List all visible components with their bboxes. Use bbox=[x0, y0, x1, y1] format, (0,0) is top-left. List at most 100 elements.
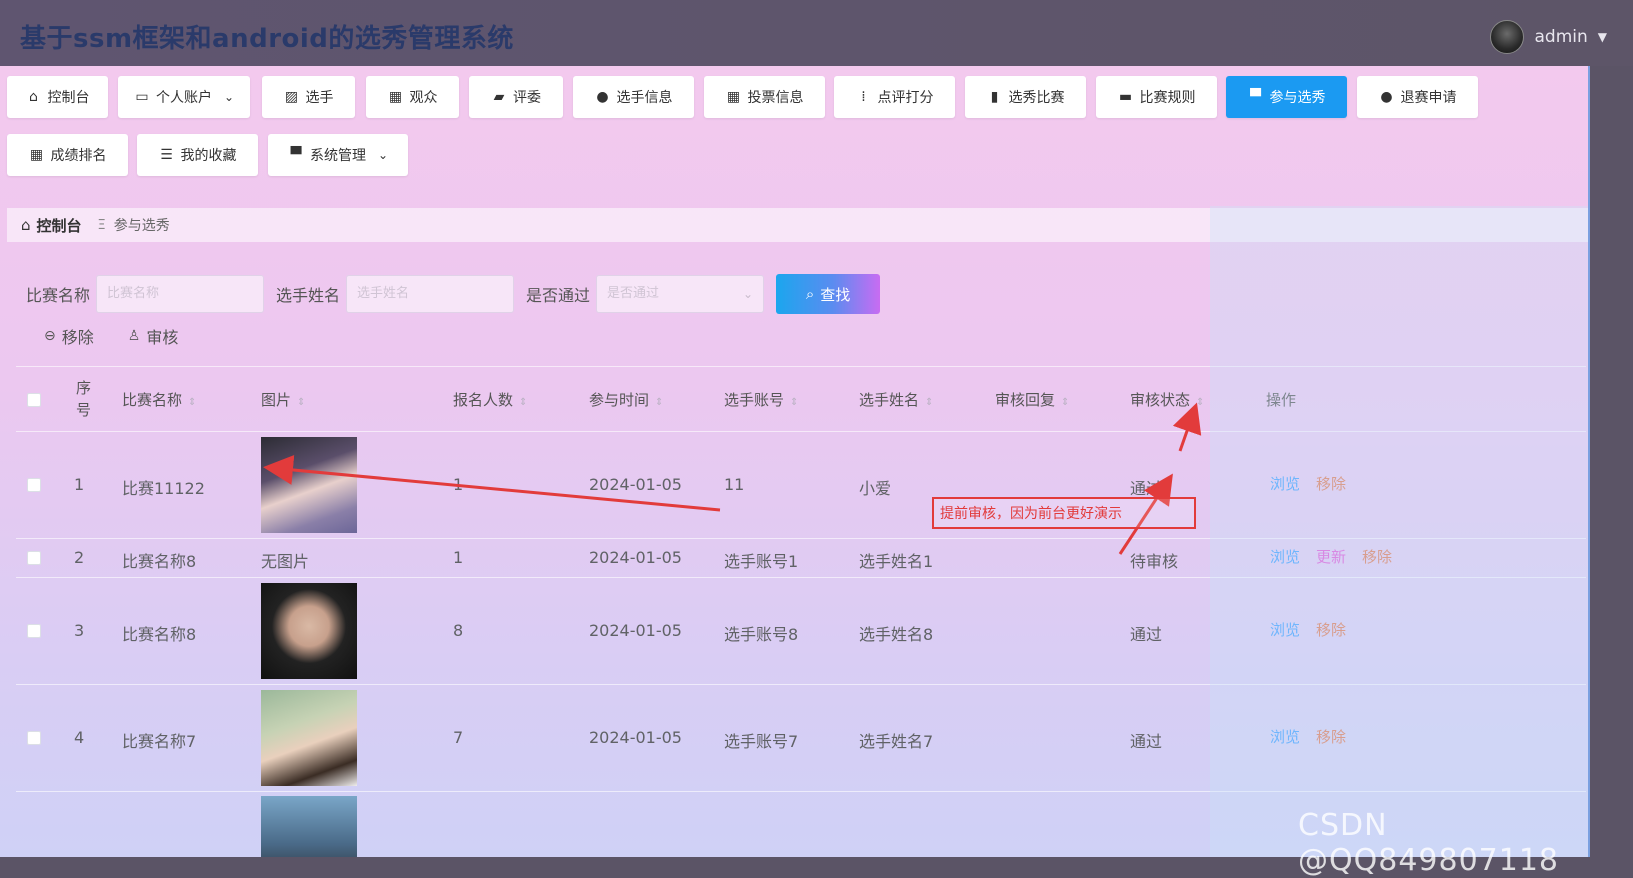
nav-button[interactable]: ▦ 观众 bbox=[366, 76, 459, 118]
user-outline-icon: ♙ bbox=[127, 328, 141, 344]
nav-button[interactable]: ● 退赛申请 bbox=[1357, 76, 1478, 118]
contestant-photo bbox=[261, 437, 357, 533]
nav-button[interactable]: ▀ 系统管理 ⌄ bbox=[268, 134, 408, 176]
nav-button-label: 系统管理 bbox=[309, 148, 366, 164]
sort-icon[interactable]: ⇕ bbox=[655, 397, 663, 408]
column-header-label: 图片 bbox=[261, 391, 292, 409]
sort-icon[interactable]: ⇕ bbox=[1061, 397, 1069, 408]
sort-icon[interactable]: ⇕ bbox=[519, 397, 527, 408]
view-link[interactable]: 浏览 bbox=[1270, 473, 1300, 494]
bulk-review-button[interactable]: ♙ 审核 bbox=[128, 324, 179, 348]
cell-status: 通过 bbox=[1130, 625, 1163, 644]
chevron-down-icon: ⌄ bbox=[223, 90, 235, 104]
column-header-label: 选手账号 bbox=[724, 391, 785, 409]
breadcrumb-home[interactable]: 控制台 bbox=[37, 215, 82, 236]
home-icon[interactable]: ⌂ bbox=[21, 216, 31, 234]
cell-player: 选手姓名7 bbox=[859, 732, 934, 751]
column-header[interactable]: 参与时间 ⇕ bbox=[589, 389, 663, 410]
view-link[interactable]: 浏览 bbox=[1270, 546, 1300, 567]
nav-button-label: 评委 bbox=[513, 90, 541, 106]
user-menu[interactable]: admin ▼ bbox=[1490, 20, 1607, 54]
column-header[interactable]: 操作 bbox=[1266, 389, 1296, 410]
caret-down-icon[interactable]: ▼ bbox=[1598, 30, 1607, 44]
row-checkbox[interactable] bbox=[27, 551, 41, 565]
cell-name: 比赛名称8 bbox=[122, 552, 197, 571]
nav-button-label: 成绩排名 bbox=[50, 148, 107, 164]
column-header[interactable]: 审核回复 ⇕ bbox=[995, 389, 1069, 410]
remove-link[interactable]: 移除 bbox=[1316, 619, 1346, 640]
cell-name: 比赛名称8 bbox=[122, 625, 197, 644]
remove-link[interactable]: 移除 bbox=[1316, 726, 1346, 747]
remove-link[interactable]: 移除 bbox=[1316, 473, 1346, 494]
sort-icon[interactable]: ⇕ bbox=[790, 397, 798, 408]
username[interactable]: admin bbox=[1534, 27, 1587, 47]
nav-button[interactable]: ▦ 成绩排名 bbox=[7, 134, 128, 176]
cell-count: 7 bbox=[453, 728, 464, 747]
column-header[interactable]: 图片 ⇕ bbox=[261, 389, 305, 410]
select-all-checkbox[interactable] bbox=[27, 393, 41, 407]
row-checkbox[interactable] bbox=[27, 624, 41, 638]
breadcrumb-current: 参与选秀 bbox=[113, 218, 170, 234]
sort-icon[interactable]: ⇕ bbox=[297, 397, 305, 408]
cell-status: 通过 bbox=[1130, 732, 1163, 751]
row-checkbox[interactable] bbox=[27, 731, 41, 745]
find-button-label: 查找 bbox=[820, 285, 851, 304]
contestant-photo bbox=[261, 690, 357, 786]
competition-input[interactable]: 比赛名称 bbox=[96, 275, 265, 313]
contestant-photo bbox=[261, 796, 357, 857]
view-link[interactable]: 浏览 bbox=[1270, 726, 1300, 747]
column-header[interactable]: 报名人数 ⇕ bbox=[453, 389, 527, 410]
bulk-remove-button[interactable]: ⊖ 移除 bbox=[44, 324, 94, 348]
column-header-label: 比赛名称 bbox=[122, 391, 183, 409]
nav-button-label: 选手 bbox=[305, 90, 334, 106]
column-header[interactable]: 审核状态 ⇕ bbox=[1130, 389, 1204, 410]
pin-icon: ● bbox=[1380, 89, 1393, 105]
breadcrumb-separator: Ξ bbox=[97, 217, 106, 233]
approved-select[interactable]: 是否通过 ⌄ bbox=[596, 275, 765, 313]
grid-icon: ▦ bbox=[29, 147, 44, 163]
cell-account: 11 bbox=[724, 475, 745, 494]
nav-button[interactable]: ▮ 选秀比赛 bbox=[965, 76, 1086, 118]
cell-player: 选手姓名1 bbox=[859, 552, 934, 571]
nav-button[interactable]: ▀ 参与选秀 bbox=[1226, 76, 1347, 118]
column-header[interactable]: 序号 bbox=[76, 377, 92, 421]
update-link[interactable]: 更新 bbox=[1316, 546, 1346, 567]
column-header-label: 参与时间 bbox=[589, 391, 650, 409]
briefcase-icon: ▬ bbox=[1118, 89, 1133, 105]
table-row: 2 比赛名称8 1 2024-01-05 选手账号1 选手姓名1 待审核 无图片 浏览 更新 移除 bbox=[16, 539, 1586, 578]
top-bar: 基于ssm框架和android的选秀管理系统 admin ▼ bbox=[0, 0, 1633, 66]
nav-button[interactable]: ⌂ 控制台 bbox=[7, 76, 108, 118]
nav-button[interactable]: ▨ 选手 bbox=[262, 76, 355, 118]
column-header-label: 审核回复 bbox=[995, 391, 1056, 409]
remove-link[interactable]: 移除 bbox=[1362, 546, 1392, 567]
nav-button-label: 参与选秀 bbox=[1269, 90, 1326, 106]
cell-index: 4 bbox=[74, 728, 85, 747]
minus-circle-icon: ⊖ bbox=[44, 328, 56, 344]
view-link[interactable]: 浏览 bbox=[1270, 619, 1300, 640]
find-button[interactable]: ⌕ 查找 bbox=[776, 274, 881, 314]
nav-button[interactable]: ▭ 个人账户 ⌄ bbox=[118, 76, 250, 118]
nav-button[interactable]: ⁞ 点评打分 bbox=[834, 76, 955, 118]
sort-icon[interactable]: ⇕ bbox=[1196, 397, 1204, 408]
competition-label: 比赛名称 bbox=[26, 286, 91, 305]
sort-icon[interactable]: ⇕ bbox=[925, 397, 933, 408]
column-header[interactable]: 选手账号 ⇕ bbox=[724, 389, 798, 410]
cell-count: 1 bbox=[453, 475, 464, 494]
cell-account: 选手账号8 bbox=[724, 625, 799, 644]
player-name-input[interactable]: 选手姓名 bbox=[346, 275, 515, 313]
nav-button[interactable]: ▰ 评委 bbox=[469, 76, 563, 118]
apps-icon: ⁞ bbox=[861, 89, 866, 105]
cell-name: 比赛11122 bbox=[122, 479, 205, 498]
sort-icon[interactable]: ⇕ bbox=[188, 397, 196, 408]
nav-button[interactable]: ● 选手信息 bbox=[573, 76, 694, 118]
table-row: 3 比赛名称8 8 2024-01-05 选手账号8 选手姓名8 通过 浏览 移除 bbox=[16, 578, 1586, 685]
avatar[interactable] bbox=[1490, 20, 1525, 54]
cell-index: 3 bbox=[74, 621, 85, 640]
row-checkbox[interactable] bbox=[27, 478, 41, 492]
column-header[interactable]: 比赛名称 ⇕ bbox=[122, 389, 196, 410]
nav-button[interactable]: ☰ 我的收藏 bbox=[137, 134, 258, 176]
nav-button-label: 控制台 bbox=[47, 90, 90, 106]
nav-button[interactable]: ▬ 比赛规则 bbox=[1096, 76, 1217, 118]
column-header[interactable]: 选手姓名 ⇕ bbox=[859, 389, 933, 410]
nav-button[interactable]: ▦ 投票信息 bbox=[704, 76, 825, 118]
